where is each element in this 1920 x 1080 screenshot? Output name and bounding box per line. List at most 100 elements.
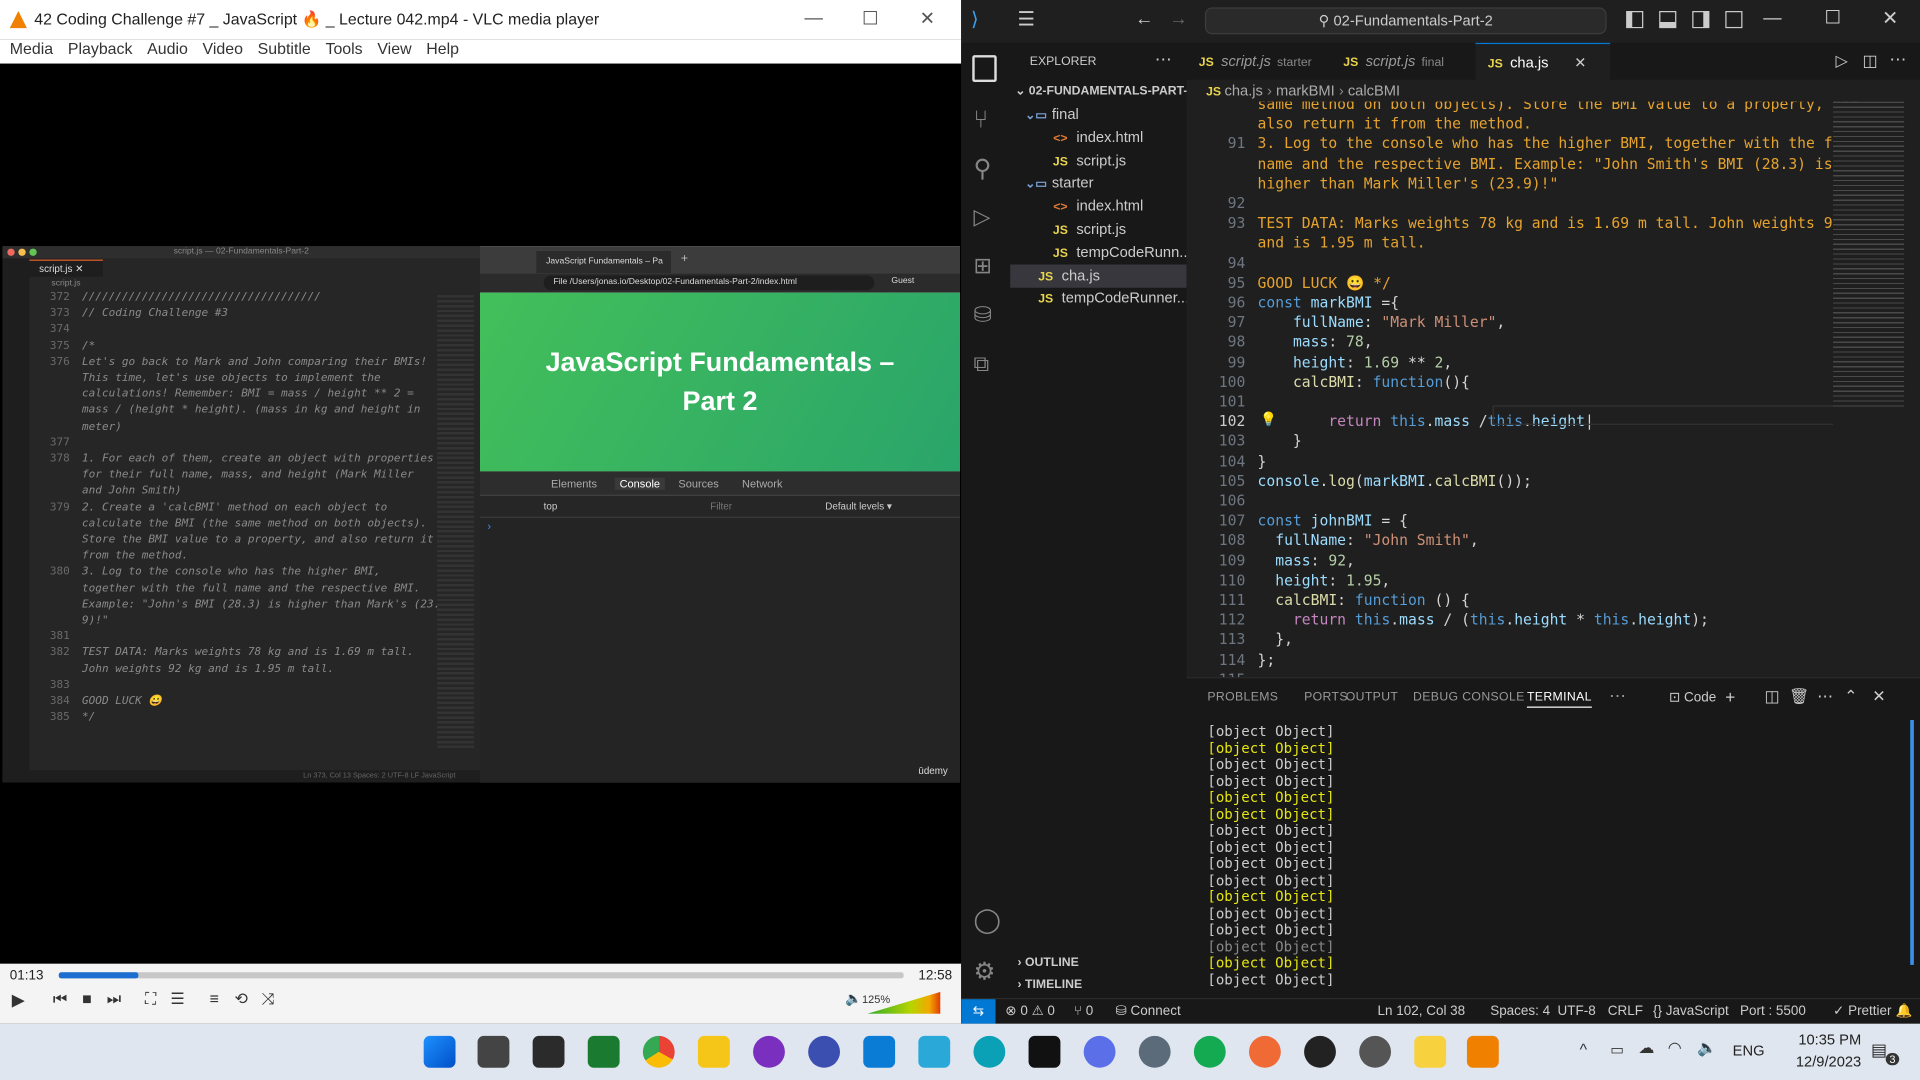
fullscreen-button[interactable]: ⛶ (140, 988, 162, 1010)
back-arrow-icon[interactable]: ← (1135, 9, 1153, 30)
remote-indicator-icon[interactable]: ⇆ (961, 999, 996, 1024)
widgets-icon[interactable] (532, 1035, 565, 1068)
vlc-menu-help[interactable]: Help (426, 39, 459, 57)
file-explorer-icon[interactable] (697, 1035, 730, 1068)
gitkraken-icon[interactable] (918, 1035, 951, 1068)
devtools-tab-network[interactable]: Network (742, 478, 782, 490)
breadcrumb-item[interactable]: cha.js (1225, 82, 1263, 99)
split-terminal-icon[interactable]: ◫ (1764, 687, 1779, 707)
live-server-port[interactable]: Port : 5500 (1740, 999, 1806, 1023)
stop-button[interactable]: ■ (76, 988, 98, 1010)
lightbulb-icon[interactable]: 💡 (1260, 411, 1277, 428)
panel-tab-debug-console[interactable]: DEBUG CONSOLE (1413, 691, 1525, 704)
vlc-menu-subtitle[interactable]: Subtitle (258, 39, 311, 57)
close-button[interactable]: ✕ (920, 7, 935, 30)
editor-more-icon[interactable]: ⋯ (1889, 49, 1906, 70)
toggle-panel-icon[interactable] (1659, 11, 1677, 29)
seek-bar[interactable] (58, 972, 904, 979)
command-search[interactable]: ⚲ 02-Fundamentals-Part-2 (1204, 7, 1607, 35)
file-item[interactable]: JS tempCodeRunn... (1010, 241, 1187, 264)
breadcrumb-item[interactable]: markBMI (1276, 82, 1335, 99)
vlc-menu-media[interactable]: Media (10, 39, 53, 57)
devtools-tab-elements[interactable]: Elements (551, 478, 597, 490)
source-control-icon[interactable]: ⑂ (973, 107, 988, 135)
close-tab-icon[interactable]: ✕ (1574, 54, 1586, 71)
explorer-icon[interactable] (972, 55, 997, 83)
terminal-more-icon[interactable]: ⋯ (1817, 687, 1833, 707)
editor-tab[interactable]: JS cha.js ✕ (1475, 42, 1611, 80)
postman-icon[interactable] (1248, 1035, 1281, 1068)
clock-app-icon[interactable] (1359, 1035, 1392, 1068)
maximize-button[interactable]: ☐ (862, 7, 878, 30)
shuffle-button[interactable]: ⤨ (257, 988, 279, 1010)
settings-gear-icon[interactable]: ⚙ (973, 956, 995, 987)
database-icon[interactable]: ⛁ (973, 302, 991, 328)
code-editor[interactable]: same method on both objects). Store the … (1186, 101, 1920, 678)
netflix-icon[interactable] (1028, 1035, 1061, 1068)
vscode-close-button[interactable]: ✕ (1882, 6, 1898, 30)
vscode-taskbar-icon[interactable] (863, 1035, 896, 1068)
cursor-position[interactable]: Ln 102, Col 38 (1378, 999, 1466, 1023)
start-button-icon[interactable] (423, 1035, 456, 1068)
file-item[interactable]: JS tempCodeRunner... (1010, 287, 1186, 310)
mongodb-icon[interactable] (1193, 1035, 1226, 1068)
mb-app-icon[interactable] (808, 1035, 841, 1068)
timeline-section[interactable]: › TIMELINE (1010, 973, 1186, 996)
clock-time[interactable]: 10:35 PM (1783, 1031, 1861, 1048)
devtools-tab-sources[interactable]: Sources (678, 478, 718, 490)
vpn-icon[interactable]: ☁ (1638, 1038, 1654, 1058)
panel-tab-problems[interactable]: PROBLEMS (1207, 691, 1278, 704)
maximize-panel-icon[interactable]: ⌃ (1844, 687, 1857, 707)
minimize-button[interactable]: — (804, 7, 822, 28)
toggle-sidebar-icon[interactable] (1626, 11, 1644, 29)
tray-overflow-chevron[interactable]: ^ (1580, 1040, 1587, 1058)
account-icon[interactable]: ◯ (973, 905, 1000, 936)
indentation[interactable]: Spaces: 4 (1490, 999, 1550, 1023)
sticky-notes-icon[interactable] (1414, 1035, 1447, 1068)
kill-terminal-icon[interactable]: 🗑 (1789, 687, 1809, 707)
ports-count[interactable]: ⑂ 0 (1074, 999, 1093, 1023)
play-button[interactable]: ▶ (7, 988, 29, 1010)
layout-icon[interactable] (1725, 11, 1743, 29)
video-area[interactable]: script.js — 02-Fundamentals-Part-2 scrip… (0, 63, 962, 964)
clock-date[interactable]: 12/9/2023 (1783, 1053, 1861, 1070)
playlist-button[interactable]: ≡ (203, 988, 225, 1010)
battery-icon[interactable]: ▭ (1610, 1041, 1624, 1058)
editor-tab[interactable]: JS script.js final (1331, 43, 1475, 80)
connect-button[interactable]: ⛁ Connect (1116, 999, 1181, 1023)
language-mode[interactable]: {} JavaScript (1653, 999, 1729, 1023)
devtools-tab-console[interactable]: Console (614, 477, 665, 490)
vscode-maximize-button[interactable]: ☐ (1824, 6, 1840, 28)
folder-item[interactable]: ⌄▭ final (1010, 103, 1186, 126)
vlc-menu-playback[interactable]: Playback (68, 39, 133, 57)
split-editor-icon[interactable]: ◫ (1862, 51, 1877, 71)
copilot-icon[interactable] (1083, 1035, 1116, 1068)
task-view-icon[interactable] (477, 1035, 510, 1068)
edge-icon[interactable] (973, 1035, 1006, 1068)
panel-tab-terminal[interactable]: TERMINAL (1526, 691, 1592, 708)
wifi-icon[interactable]: ◠ (1668, 1038, 1682, 1058)
vlc-menu-view[interactable]: View (377, 39, 411, 57)
settings-taskbar-icon[interactable] (1138, 1035, 1171, 1068)
minimap[interactable] (1833, 101, 1907, 678)
menu-icon[interactable]: ☰ (1018, 7, 1036, 31)
terminal-scrollbar[interactable] (1910, 720, 1914, 965)
language-indicator[interactable]: ENG (1733, 1042, 1765, 1059)
next-button[interactable]: ⏭ (103, 988, 125, 1010)
problems-count[interactable]: ⊗ 0 ⚠ 0 (1005, 999, 1055, 1023)
vlc-taskbar-icon[interactable] (1466, 1035, 1499, 1068)
run-debug-icon[interactable]: ▷ (973, 204, 990, 230)
end-of-line[interactable]: CRLF (1608, 999, 1643, 1023)
run-icon[interactable]: ▷ (1836, 51, 1848, 71)
folder-item[interactable]: ⌄▭ starter (1010, 172, 1186, 195)
file-item[interactable]: JS cha.js (1010, 263, 1187, 288)
remote-explorer-icon[interactable]: ⧉ (973, 351, 989, 377)
file-item[interactable]: JS script.js (1010, 149, 1186, 172)
vlc-menu-video[interactable]: Video (203, 39, 243, 57)
breadcrumb-item[interactable]: calcBMI (1348, 82, 1400, 99)
file-item[interactable]: <> index.html (1010, 126, 1186, 149)
toggle-secondary-sidebar-icon[interactable] (1692, 11, 1710, 29)
extensions-icon[interactable]: ⊞ (973, 253, 991, 279)
github-desktop-icon[interactable] (753, 1035, 785, 1068)
pycharm-icon[interactable] (587, 1035, 620, 1068)
